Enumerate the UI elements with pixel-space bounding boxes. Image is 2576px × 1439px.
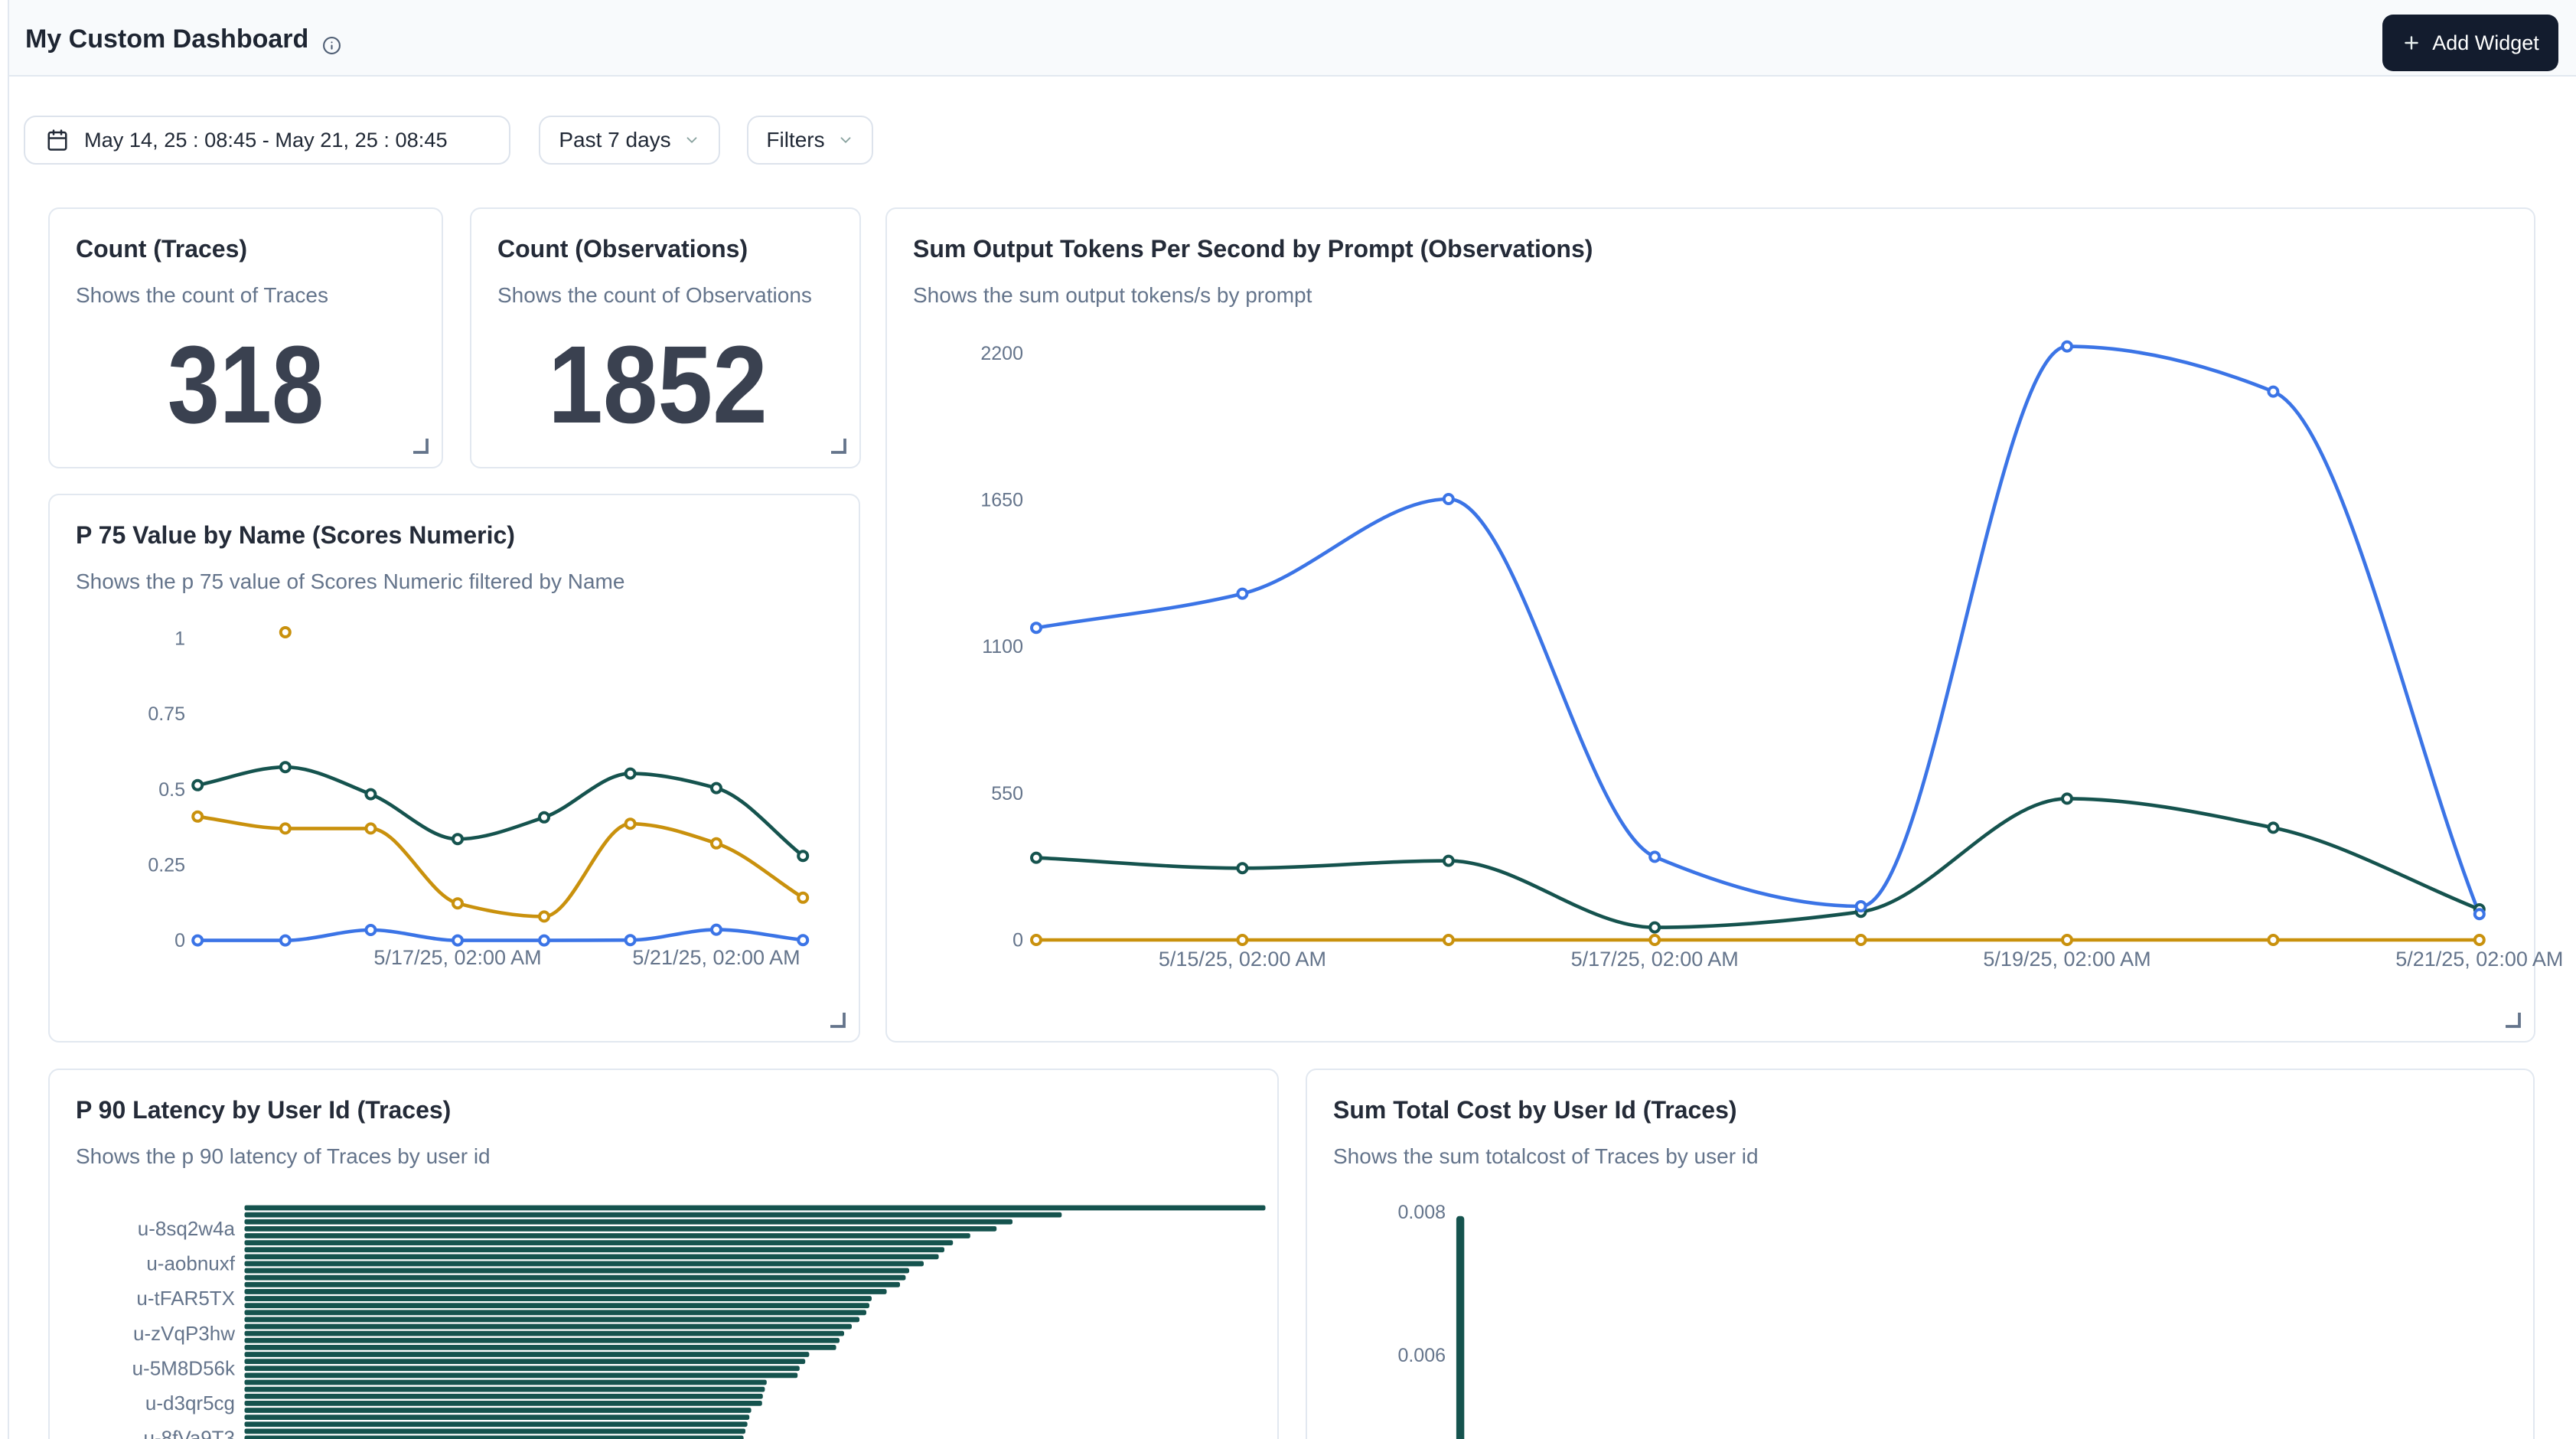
svg-text:550: 550: [991, 783, 1023, 804]
svg-text:1: 1: [174, 628, 185, 650]
svg-text:5/21/25, 02:00 AM: 5/21/25, 02:00 AM: [2395, 948, 2563, 971]
svg-text:5/17/25, 02:00 AM: 5/17/25, 02:00 AM: [1571, 948, 1739, 971]
svg-text:0.006: 0.006: [1397, 1345, 1446, 1366]
svg-text:u-d3qr5cg: u-d3qr5cg: [145, 1392, 235, 1415]
svg-text:0.25: 0.25: [148, 854, 185, 876]
svg-text:0.5: 0.5: [158, 779, 185, 801]
svg-text:0: 0: [174, 930, 185, 951]
svg-text:0.008: 0.008: [1397, 1202, 1446, 1223]
svg-text:0.75: 0.75: [148, 703, 185, 725]
svg-text:2200: 2200: [980, 343, 1023, 364]
svg-text:u-8sq2w4a: u-8sq2w4a: [138, 1217, 236, 1240]
svg-text:u-aobnuxf: u-aobnuxf: [146, 1252, 235, 1275]
svg-text:5/15/25, 02:00 AM: 5/15/25, 02:00 AM: [1159, 948, 1326, 971]
svg-text:1650: 1650: [980, 490, 1023, 511]
svg-text:5/19/25, 02:00 AM: 5/19/25, 02:00 AM: [1983, 948, 2150, 971]
svg-text:u-5M8D56k: u-5M8D56k: [132, 1356, 236, 1379]
svg-text:1100: 1100: [982, 636, 1023, 658]
svg-text:5/17/25, 02:00 AM: 5/17/25, 02:00 AM: [373, 946, 541, 969]
svg-text:5/21/25, 02:00 AM: 5/21/25, 02:00 AM: [632, 946, 800, 969]
svg-text:0: 0: [1012, 930, 1023, 951]
svg-text:u-8fVa9T3: u-8fVa9T3: [144, 1427, 235, 1439]
svg-text:u-tFAR5TX: u-tFAR5TX: [136, 1287, 235, 1310]
svg-text:u-zVqP3hw: u-zVqP3hw: [133, 1322, 235, 1345]
